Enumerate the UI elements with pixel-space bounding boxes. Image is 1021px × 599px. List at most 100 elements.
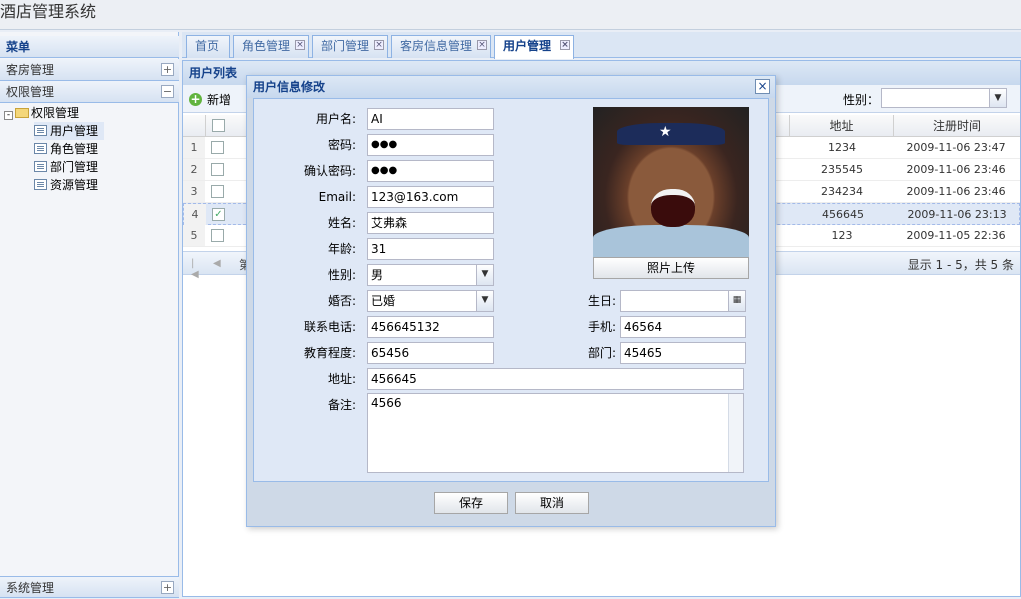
label-username: 用户名: xyxy=(315,112,356,126)
label-name: 姓名: xyxy=(327,216,356,230)
cell-register-time: 2009-11-06 23:46 xyxy=(906,163,1006,176)
row-number: 5 xyxy=(183,225,205,246)
row-checkbox[interactable]: ✓ xyxy=(212,208,225,221)
close-icon[interactable]: × xyxy=(295,40,305,50)
row-checkbox[interactable] xyxy=(211,141,224,154)
user-photo: ★ xyxy=(593,107,749,257)
tree-item-label: 资源管理 xyxy=(50,178,99,192)
cell-address: 235545 xyxy=(821,163,863,176)
collapse-icon[interactable]: − xyxy=(161,85,174,98)
paging-info: 显示 1 - 5，共 5 条 xyxy=(907,258,1014,272)
age-field[interactable]: 31 xyxy=(367,238,494,260)
gender-filter-label: 性别： xyxy=(843,93,880,107)
calendar-icon[interactable]: ▦ xyxy=(728,291,745,311)
checkbox[interactable] xyxy=(212,119,225,132)
column-register-time[interactable]: 注册时间 xyxy=(893,115,1020,137)
username-field[interactable]: AI xyxy=(367,108,494,130)
notes-scrollbar[interactable] xyxy=(728,394,743,472)
accordion-label: 权限管理 xyxy=(6,85,55,99)
tab-label: 用户管理 xyxy=(503,39,552,53)
cell-address: 456645 xyxy=(822,208,864,221)
tree-item-department-management[interactable]: 部门管理 xyxy=(34,158,98,176)
add-label: 新增 xyxy=(207,93,232,107)
mobile-field[interactable]: 46564 xyxy=(620,316,746,338)
close-icon[interactable]: × xyxy=(477,40,487,50)
column-address[interactable]: 地址 xyxy=(789,115,893,137)
photo-detail xyxy=(593,225,749,257)
phone-field[interactable]: 456645132 xyxy=(367,316,494,338)
confirm-password-field[interactable]: ●●● xyxy=(367,160,494,182)
row-number: 2 xyxy=(183,159,205,180)
name-field[interactable]: 艾弗森 xyxy=(367,212,494,234)
sidebar: 菜单 客房管理 + 权限管理 − - 权限管理 用户管理 角色管理 部门管理 资源… xyxy=(0,32,179,598)
label-education: 教育程度: xyxy=(303,346,356,360)
tree-root[interactable]: - 权限管理 xyxy=(4,104,79,122)
tree-item-user-management[interactable]: 用户管理 xyxy=(34,122,104,140)
tab-room-info-management[interactable]: 客房信息管理 × xyxy=(391,35,491,58)
app-header: 酒店管理系统 xyxy=(0,0,1021,30)
department-field[interactable]: 45465 xyxy=(620,342,746,364)
tab-department-management[interactable]: 部门管理 × xyxy=(312,35,388,58)
label-mobile: 手机: xyxy=(587,320,616,334)
cell-register-time: 2009-11-06 23:13 xyxy=(907,208,1007,221)
email-field[interactable]: 123@163.com xyxy=(367,186,494,208)
star-icon: ★ xyxy=(659,124,672,140)
notes-textarea[interactable]: 4566 xyxy=(367,393,744,473)
first-page-icon[interactable]: |◀ xyxy=(191,258,201,280)
label-gender: 性别: xyxy=(327,268,356,282)
save-button[interactable]: 保存 xyxy=(434,492,508,514)
tab-role-management[interactable]: 角色管理 × xyxy=(233,35,309,58)
row-number: 4 xyxy=(184,204,206,225)
expand-icon[interactable]: + xyxy=(161,63,174,76)
cell-address: 123 xyxy=(831,229,853,242)
cancel-button[interactable]: 取消 xyxy=(515,492,589,514)
chevron-down-icon[interactable]: ▼ xyxy=(989,89,1006,107)
close-icon[interactable]: × xyxy=(755,79,770,94)
dialog-form: 用户名: AI 密码: ●●● 确认密码: ●●● Email: 123@163… xyxy=(253,98,769,482)
accordion-permission-management[interactable]: 权限管理 − xyxy=(0,81,179,103)
row-checkbox[interactable] xyxy=(211,185,224,198)
close-icon[interactable]: × xyxy=(374,40,384,50)
accordion-room-management[interactable]: 客房管理 + xyxy=(0,59,179,81)
cell-register-time: 2009-11-06 23:46 xyxy=(906,185,1006,198)
tab-label: 部门管理 xyxy=(321,39,370,53)
close-icon[interactable]: × xyxy=(560,40,570,50)
tab-home[interactable]: 首页 xyxy=(186,35,230,58)
married-select[interactable]: 已婚 ▼ xyxy=(367,290,494,312)
leaf-icon xyxy=(34,143,47,154)
select-all-header[interactable] xyxy=(205,115,231,137)
chevron-down-icon[interactable]: ▼ xyxy=(476,291,493,311)
education-field[interactable]: 65456 xyxy=(367,342,494,364)
gender-filter-select[interactable]: ▼ xyxy=(881,88,1007,108)
tab-strip: 首页 角色管理 × 部门管理 × 客房信息管理 × 用户管理 × xyxy=(182,32,1021,59)
menu-header: 菜单 xyxy=(0,36,179,58)
tree-item-label: 用户管理 xyxy=(50,124,99,138)
address-field[interactable]: 456645 xyxy=(367,368,744,390)
row-number: 1 xyxy=(183,137,205,158)
row-checkbox[interactable] xyxy=(211,229,224,242)
tree-collapse-icon[interactable]: - xyxy=(4,111,13,120)
gender-select[interactable]: 男 ▼ xyxy=(367,264,494,286)
leaf-icon xyxy=(34,179,47,190)
tab-user-management[interactable]: 用户管理 × xyxy=(494,35,574,59)
row-checkbox[interactable] xyxy=(211,163,224,176)
prev-page-icon[interactable]: ◀ xyxy=(213,258,223,270)
chevron-down-icon[interactable]: ▼ xyxy=(476,265,493,285)
row-number: 3 xyxy=(183,181,205,202)
row-number-header xyxy=(183,115,205,137)
tree-item-role-management[interactable]: 角色管理 xyxy=(34,140,98,158)
label-phone: 联系电话: xyxy=(303,320,356,334)
expand-icon[interactable]: + xyxy=(161,581,174,594)
add-button[interactable]: + 新增 xyxy=(189,91,231,109)
folder-icon xyxy=(15,108,29,118)
app-title: 酒店管理系统 xyxy=(0,2,97,21)
tree-item-resource-management[interactable]: 资源管理 xyxy=(34,176,98,194)
label-confirm-password: 确认密码: xyxy=(303,164,356,178)
accordion-system-management[interactable]: 系统管理 + xyxy=(0,576,179,598)
photo-upload-button[interactable]: 照片上传 xyxy=(593,257,749,279)
birthday-field[interactable]: ▦ xyxy=(620,290,746,312)
cell-register-time: 2009-11-05 22:36 xyxy=(906,229,1006,242)
tab-label: 客房信息管理 xyxy=(400,39,473,53)
accordion-label: 系统管理 xyxy=(6,581,55,595)
password-field[interactable]: ●●● xyxy=(367,134,494,156)
